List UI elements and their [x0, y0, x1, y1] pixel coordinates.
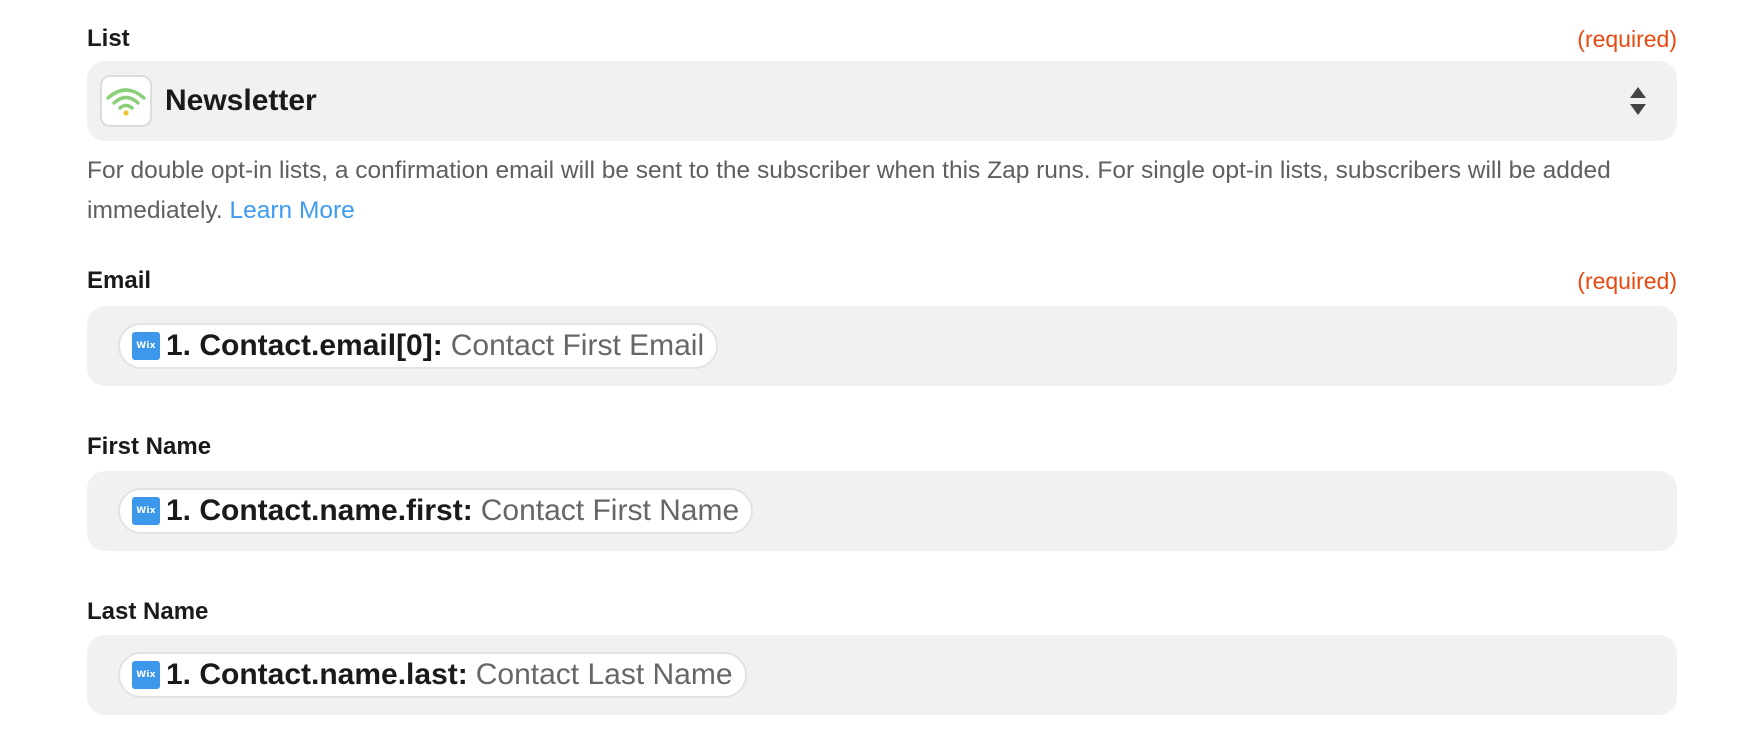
email-pill-value: Contact First Email — [450, 329, 705, 362]
last-name-label-row: Last Name — [87, 597, 1677, 627]
first-name-label: First Name — [87, 433, 212, 460]
last-name-label: Last Name — [87, 598, 209, 625]
last-name-input[interactable]: Wix 1. Contact.name.last: Contact Last N… — [87, 635, 1677, 715]
first-name-pill-key: 1. Contact.name.first: — [166, 494, 473, 527]
first-name-pill-value: Contact First Name — [480, 494, 740, 527]
email-pill-key: 1. Contact.email[0]: — [166, 329, 443, 362]
list-selected-value: Newsletter — [165, 84, 317, 117]
signal-waves-icon — [100, 75, 152, 127]
sort-arrows-icon — [1627, 84, 1649, 118]
list-label: List — [87, 25, 130, 52]
list-label-row: List (required) — [87, 24, 1677, 54]
wix-icon: Wix — [132, 661, 160, 689]
last-name-pill-key: 1. Contact.name.last: — [166, 658, 468, 691]
wix-icon: Wix — [132, 497, 160, 525]
list-required-indicator: (required) — [1577, 25, 1677, 52]
email-mapped-field-pill[interactable]: Wix 1. Contact.email[0]: Contact First E… — [118, 323, 719, 369]
email-label: Email — [87, 267, 152, 294]
first-name-input[interactable]: Wix 1. Contact.name.first: Contact First… — [87, 471, 1677, 551]
wix-icon: Wix — [132, 332, 160, 360]
email-required-indicator: (required) — [1577, 267, 1677, 294]
list-select[interactable]: Newsletter — [87, 61, 1677, 141]
first-name-mapped-field-pill[interactable]: Wix 1. Contact.name.first: Contact First… — [118, 488, 754, 534]
last-name-pill-value: Contact Last Name — [475, 658, 733, 691]
list-help-text: For double opt-in lists, a confirmation … — [87, 151, 1677, 231]
last-name-mapped-field-pill[interactable]: Wix 1. Contact.name.last: Contact Last N… — [118, 652, 747, 698]
email-input[interactable]: Wix 1. Contact.email[0]: Contact First E… — [87, 306, 1677, 386]
first-name-label-row: First Name — [87, 432, 1677, 462]
email-label-row: Email (required) — [87, 266, 1677, 296]
learn-more-link[interactable]: Learn More — [230, 197, 355, 224]
